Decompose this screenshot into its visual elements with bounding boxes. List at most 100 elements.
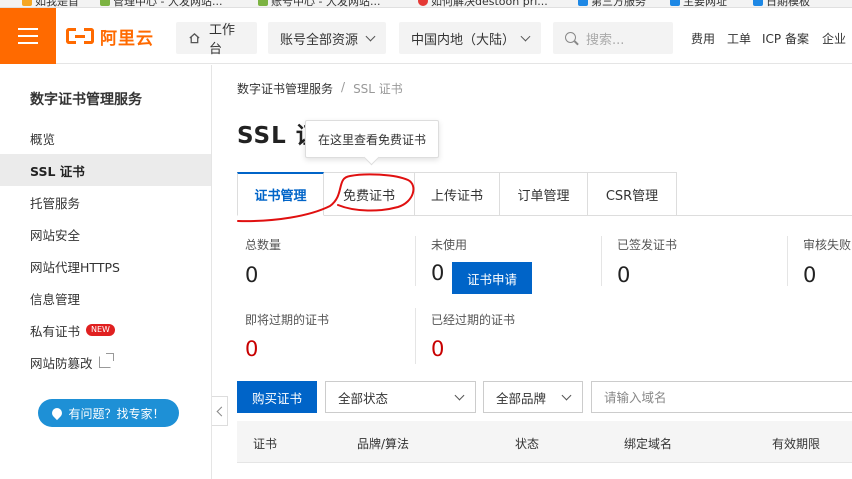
column-header-status[interactable]: 状态: [515, 435, 539, 452]
chevron-down-icon: [520, 31, 531, 41]
sidebar-item-label: 概览: [30, 131, 56, 147]
nav-link-billing[interactable]: 费用: [691, 30, 715, 47]
bookmark[interactable]: 主要网址: [670, 0, 727, 8]
search-placeholder: 搜索...: [586, 32, 625, 48]
stat-unused-label: 未使用: [431, 238, 468, 252]
chevron-left-icon: [216, 406, 226, 416]
bookmark-label: 如何解决destoon pri...: [431, 0, 548, 8]
workbench-button[interactable]: 工作台: [176, 22, 257, 57]
stat-expiring-label: 即将过期的证书: [245, 313, 330, 327]
stat-expiring-value: 0: [245, 337, 259, 361]
stat-failed-value: 0: [803, 263, 817, 287]
tab-upload-cert[interactable]: 上传证书: [415, 172, 500, 216]
column-header-validity[interactable]: 有效期限: [772, 435, 820, 452]
status-select-value: 全部状态: [338, 390, 389, 406]
sidebar-item-label: 网站安全: [30, 227, 81, 243]
sidebar-item-overview[interactable]: 概览: [0, 122, 211, 154]
bookmark[interactable]: 第三方服务: [578, 0, 646, 8]
breadcrumb-link[interactable]: 数字证书管理服务: [237, 80, 333, 97]
bookmark-label: 管理中心 - 大发网站...: [113, 0, 223, 8]
nav-link-ticket[interactable]: 工单: [727, 30, 751, 47]
logo-mark-icon: [66, 28, 94, 44]
sidebar-item-label: 私有证书: [30, 323, 81, 339]
sidebar-item-tamper-proof[interactable]: 网站防篡改: [0, 346, 211, 378]
status-select[interactable]: 全部状态: [325, 381, 476, 413]
free-cert-tooltip: 在这里查看免费证书: [305, 120, 439, 158]
region-dropdown[interactable]: 中国内地（大陆）: [399, 22, 541, 54]
bookmark-label: 日期模板: [766, 0, 810, 8]
tab-csr-management[interactable]: CSR管理: [588, 172, 677, 216]
bookmark[interactable]: 如我是首: [22, 0, 79, 7]
sidebar-item-label: 托管服务: [30, 195, 81, 211]
sidebar-item-label: 网站代理HTTPS: [30, 259, 120, 275]
account-scope-label: 账号全部资源: [280, 32, 359, 48]
breadcrumb-separator: /: [341, 80, 346, 94]
column-header-domain[interactable]: 绑定域名: [624, 435, 672, 452]
bookmark[interactable]: 账号中心 - 大发网站...: [258, 0, 380, 7]
table-header: 证书 品牌/算法 状态 绑定域名 有效期限: [237, 421, 852, 463]
ask-expert-button[interactable]: 有问题？找专家！: [38, 399, 179, 427]
stat-total-label: 总数量: [245, 238, 282, 252]
sidebar-item-label: SSL 证书: [30, 163, 85, 179]
location-pin-icon: [50, 405, 65, 421]
tab-order-management[interactable]: 订单管理: [500, 172, 588, 216]
bookmark-icon: [100, 0, 110, 6]
nav-link-enterprise[interactable]: 企业: [822, 30, 846, 47]
tab-free-cert[interactable]: 免费证书: [324, 172, 415, 216]
search-icon: [565, 31, 578, 45]
new-badge: NEW: [86, 324, 115, 336]
buy-cert-button[interactable]: 购买证书: [237, 381, 317, 413]
nav-link-icp[interactable]: ICP 备案: [762, 30, 809, 47]
column-header-brand[interactable]: 品牌/算法: [357, 435, 409, 452]
apply-cert-button[interactable]: 证书申请: [452, 262, 532, 294]
stat-failed-label: 审核失败: [803, 238, 852, 252]
stat-divider: [787, 236, 788, 286]
breadcrumb: 数字证书管理服务 / SSL 证书: [237, 80, 403, 97]
column-header-cert[interactable]: 证书: [253, 435, 277, 452]
stat-unused-value: 0: [431, 261, 445, 285]
menu-icon[interactable]: [0, 8, 56, 64]
sidebar-item-label: 信息管理: [30, 291, 81, 307]
brand-select[interactable]: 全部品牌: [483, 381, 583, 413]
sidebar-item-info[interactable]: 信息管理: [0, 282, 211, 314]
stat-expired-value: 0: [431, 337, 445, 361]
brand-select-value: 全部品牌: [496, 390, 547, 406]
sidebar-item-site-security[interactable]: 网站安全: [0, 218, 211, 250]
sidebar-item-label: 网站防篡改: [30, 355, 93, 371]
bookmark-icon: [578, 0, 588, 6]
bookmark[interactable]: 管理中心 - 大发网站...: [100, 0, 223, 8]
bookmark-icon: [753, 0, 763, 6]
bookmark-label: 主要网址: [683, 0, 727, 8]
sidebar-collapse-handle[interactable]: [212, 396, 228, 426]
bookmarks-bar: 如我是首 管理中心 - 大发网站... 账号中心 - 大发网站... 如何解决d…: [0, 0, 852, 8]
bookmark-icon: [418, 0, 428, 6]
domain-search-input[interactable]: [591, 381, 852, 413]
stat-divider: [415, 236, 416, 286]
sidebar-item-ssl[interactable]: SSL 证书: [0, 154, 211, 186]
sidebar-item-hosting[interactable]: 托管服务: [0, 186, 211, 218]
bookmark[interactable]: 如何解决destoon pri...: [418, 0, 548, 8]
aliyun-logo[interactable]: 阿里云: [66, 25, 154, 49]
bookmark[interactable]: 日期模板: [753, 0, 810, 8]
home-icon: [189, 32, 200, 44]
bookmark-icon: [22, 0, 32, 6]
bookmark-label: 第三方服务: [591, 0, 646, 8]
stat-total-value: 0: [245, 263, 259, 287]
external-link-icon: [98, 353, 114, 368]
tab-cert-management[interactable]: 证书管理: [237, 172, 324, 216]
top-navigation: 阿里云 工作台 账号全部资源 中国内地（大陆） 搜索... 费用 工单 ICP …: [0, 8, 852, 64]
sidebar-item-private-cert[interactable]: 私有证书 NEW: [0, 314, 211, 346]
workbench-label: 工作台: [208, 23, 235, 57]
chevron-down-icon: [454, 390, 465, 400]
bookmark-icon: [670, 0, 680, 6]
account-scope-dropdown[interactable]: 账号全部资源: [268, 22, 386, 54]
chevron-down-icon: [561, 390, 572, 400]
chevron-down-icon: [365, 31, 376, 41]
breadcrumb-current: SSL 证书: [353, 82, 403, 96]
bookmark-icon: [258, 0, 268, 6]
sidebar-item-https-proxy[interactable]: 网站代理HTTPS: [0, 250, 211, 282]
stat-divider: [601, 236, 602, 286]
logo-text: 阿里云: [100, 28, 154, 49]
stat-expired-label: 已经过期的证书: [431, 313, 516, 327]
search-input[interactable]: 搜索...: [553, 22, 673, 54]
